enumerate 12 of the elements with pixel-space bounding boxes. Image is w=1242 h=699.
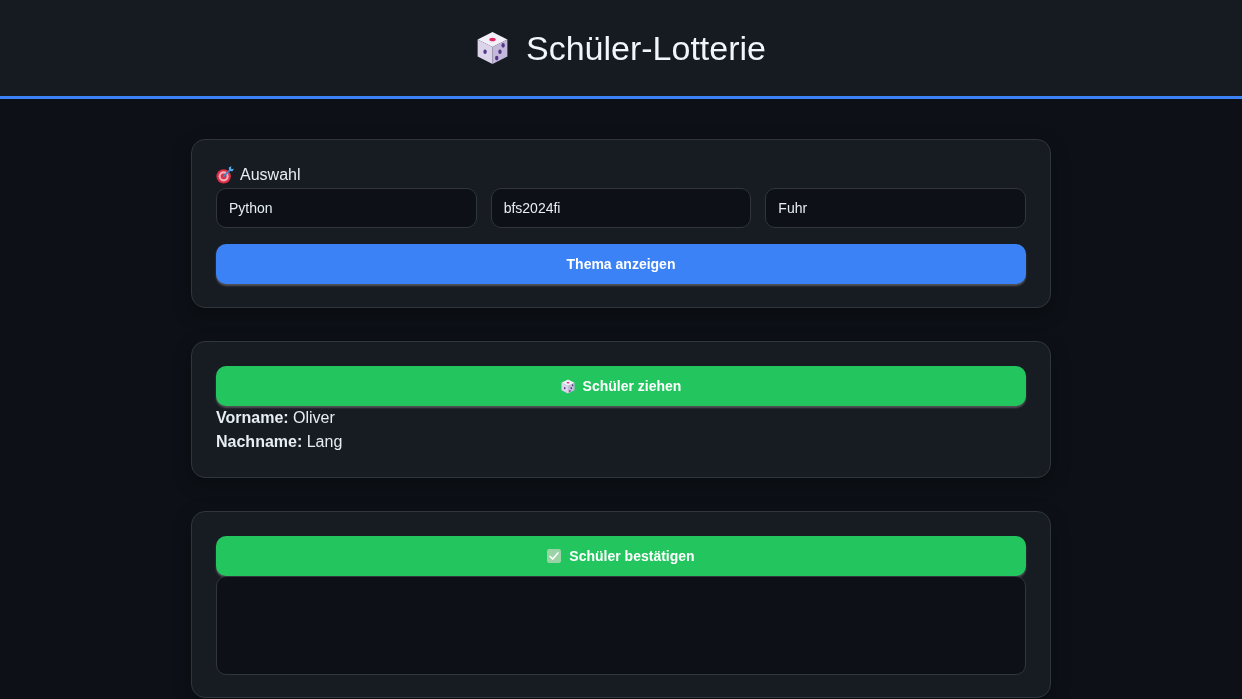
result-text: Vorname: Oliver [216, 408, 336, 428]
page-title: Schüler-Lotterie [526, 28, 766, 68]
dice-icon [476, 31, 509, 65]
section-label: Auswahl [240, 165, 301, 185]
checkbox-icon [547, 549, 562, 563]
input-field[interactable]: bfs2024fi [490, 188, 752, 228]
target-icon [216, 166, 234, 184]
input-field[interactable]: Fuhr [765, 188, 1026, 228]
input-field[interactable]: Python [216, 188, 477, 228]
dice-icon [560, 378, 575, 394]
result-text: Nachname: Lang [216, 432, 344, 452]
show-topic-button[interactable]: Thema anzeigen [216, 244, 1026, 284]
